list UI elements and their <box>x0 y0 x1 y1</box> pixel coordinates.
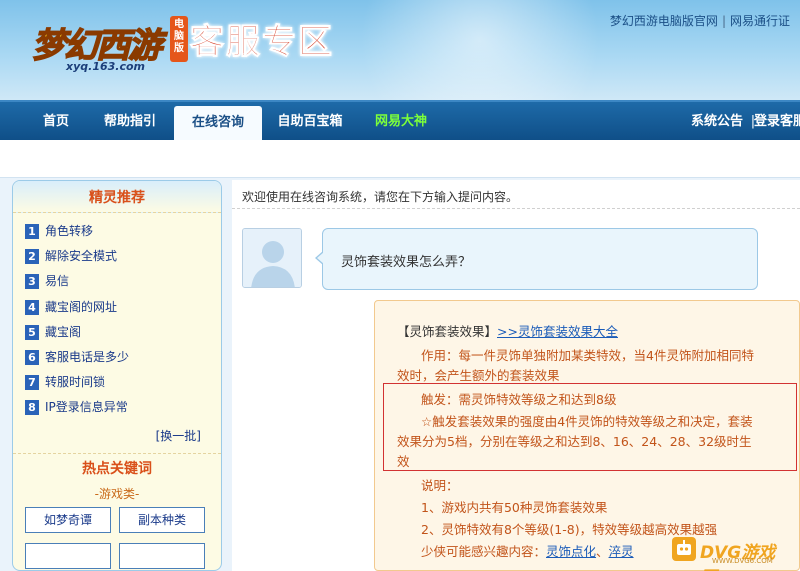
item-number: 4 <box>25 299 39 315</box>
nav-self-service[interactable]: 自助百宝箱 <box>270 102 350 140</box>
watermark-text: DVG游戏网 <box>700 543 776 571</box>
answer-title: 【灵饰套装效果】 <box>397 324 498 339</box>
answer-note-1: 1、游戏内共有50种灵饰套装效果 <box>421 500 608 515</box>
nav-announcement[interactable]: 系统公告 <box>686 102 748 140</box>
item-label: 转服时间锁 <box>45 375 106 390</box>
zone-title: 客服专区 <box>190 22 334 63</box>
logo-badge: 电脑版 <box>170 16 188 62</box>
user-avatar-icon <box>243 229 301 287</box>
nav-home[interactable]: 首页 <box>28 102 84 140</box>
main-nav: 首页 帮助指引 在线咨询 自助百宝箱 网易大神 系统公告 | 登录客服 <box>0 100 800 142</box>
item-label: 藏宝阁的网址 <box>45 299 118 314</box>
item-number: 5 <box>25 324 39 340</box>
bubble-tail-inner <box>317 252 324 264</box>
item-number: 6 <box>25 349 39 365</box>
watermark-logo-icon <box>672 537 696 561</box>
recommend-item[interactable]: 2 解除安全模式 <box>25 244 221 269</box>
keyword-button[interactable]: 副本种类 <box>119 506 205 533</box>
recommend-item[interactable]: 5 藏宝阁 <box>25 320 221 345</box>
answer-box: 【灵饰套装效果】>>灵饰套装效果大全 作用：每一件灵饰单独附加某类特效，当4件灵… <box>374 300 800 571</box>
answer-effect-2: 效时，会产生额外的套装效果 <box>397 368 560 383</box>
keyword-button-partial[interactable] <box>119 542 205 569</box>
top-links: 梦幻西游电脑版官网 | 网易通行证 <box>610 12 790 29</box>
answer-effect-1: 作用：每一件灵饰单独附加某类特效，当4件灵饰附加相同特 <box>421 348 754 363</box>
keyword-buttons-row2 <box>13 535 221 569</box>
item-label: IP登录信息异常 <box>45 400 128 415</box>
recommend-list: 1 角色转移 2 解除安全模式 3 易信 4 藏宝阁的网址 5 藏宝阁 6 客服电话是多少 … <box>13 213 221 421</box>
logo-url: xyq.163.com <box>66 60 145 73</box>
item-label: 易信 <box>45 274 70 289</box>
answer-title-link[interactable]: >>灵饰套装效果大全 <box>497 324 618 339</box>
item-number: 7 <box>25 375 39 391</box>
hot-keywords-title: 热点关键词 <box>13 452 221 483</box>
refresh-batch-link[interactable]: [换一批] <box>13 427 221 447</box>
watermark-sub: WWW.DVG6.COM <box>712 557 773 565</box>
divider <box>232 208 800 209</box>
sidebar-title: 精灵推荐 <box>13 181 221 213</box>
recommend-item[interactable]: 3 易信 <box>25 269 221 294</box>
nav-online-consult[interactable]: 在线咨询 <box>174 106 262 142</box>
robot-face-icon <box>677 540 691 555</box>
nav-login[interactable]: 登录客服 <box>754 102 800 140</box>
game-logo[interactable]: 梦幻西游 电脑版 xyq.163.com <box>10 6 188 73</box>
item-label: 解除安全模式 <box>45 249 118 264</box>
keyword-buttons: 如梦奇谭 副本种类 <box>13 505 221 535</box>
note-3-sep: 、 <box>596 544 609 559</box>
site-watermark: DVG游戏网 WWW.DVG6.COM <box>672 535 792 571</box>
keyword-button[interactable]: 如梦奇谭 <box>25 506 111 533</box>
nav-help[interactable]: 帮助指引 <box>96 102 164 140</box>
user-avatar <box>242 228 302 288</box>
item-number: 3 <box>25 274 39 290</box>
recommend-item[interactable]: 4 藏宝阁的网址 <box>25 295 221 320</box>
item-label: 藏宝阁 <box>45 324 82 339</box>
recommend-item[interactable]: 8 IP登录信息异常 <box>25 395 221 420</box>
highlight-box <box>383 383 797 471</box>
official-site-link[interactable]: 梦幻西游电脑版官网 <box>610 14 718 28</box>
header: 梦幻西游 电脑版 xyq.163.com 客服专区 梦幻西游电脑版官网 | 网易通行… <box>0 0 800 100</box>
item-number: 8 <box>25 400 39 416</box>
link-separator: | <box>721 14 726 28</box>
link-cuiling[interactable]: 淬灵 <box>609 544 634 559</box>
sub-bar <box>0 140 800 178</box>
recommend-item[interactable]: 1 角色转移 <box>25 219 221 244</box>
sidebar: 精灵推荐 1 角色转移 2 解除安全模式 3 易信 4 藏宝阁的网址 5 藏宝阁 6 客服电… <box>12 180 222 571</box>
nav-netease-dashen[interactable]: 网易大神 <box>366 102 436 140</box>
item-label: 角色转移 <box>45 224 94 238</box>
item-label: 客服电话是多少 <box>45 349 130 364</box>
question-bubble: 灵饰套装效果怎么弄？ <box>315 228 758 290</box>
answer-note-title: 说明： <box>421 478 459 493</box>
answer-title-line: 【灵饰套装效果】>>灵饰套装效果大全 <box>397 321 618 340</box>
recommend-item[interactable]: 6 客服电话是多少 <box>25 345 221 370</box>
passport-link[interactable]: 网易通行证 <box>730 14 790 28</box>
link-lingshi-dianhua[interactable]: 灵饰点化 <box>546 544 596 559</box>
item-number: 1 <box>25 224 39 239</box>
header-glow <box>330 0 630 100</box>
keyword-button-partial[interactable] <box>25 542 111 569</box>
item-number: 2 <box>25 249 39 265</box>
answer-note-3: 少侠可能感兴趣内容：灵饰点化、淬灵 <box>421 541 634 560</box>
keyword-category: -游戏类- <box>94 486 140 501</box>
note-3-prefix: 少侠可能感兴趣内容： <box>421 544 547 559</box>
question-text: 灵饰套装效果怎么弄？ <box>341 255 472 270</box>
recommend-item[interactable]: 7 转服时间锁 <box>25 370 221 395</box>
welcome-message: 欢迎使用在线咨询系统，请您在下方输入提问内容。 <box>242 190 519 204</box>
chat-area: 欢迎使用在线咨询系统，请您在下方输入提问内容。 灵饰套装效果怎么弄？ 【灵饰套装… <box>232 180 800 571</box>
